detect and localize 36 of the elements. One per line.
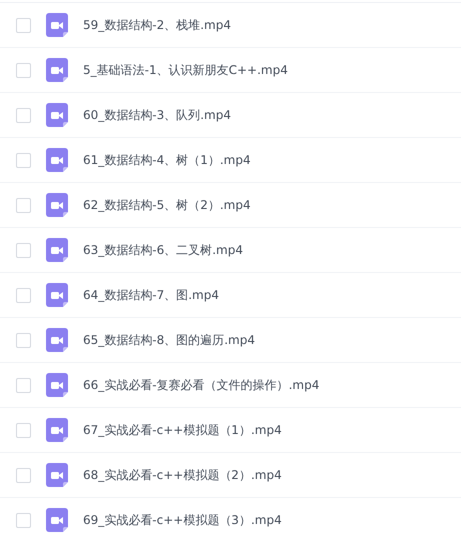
video-file-icon bbox=[46, 13, 68, 37]
checkbox[interactable] bbox=[16, 468, 31, 482]
checkbox[interactable] bbox=[16, 62, 31, 78]
video-file-icon bbox=[46, 508, 68, 532]
file-name[interactable]: 5_基础语法-1、认识新朋友C++.mp4 bbox=[83, 62, 288, 78]
checkbox[interactable] bbox=[16, 378, 31, 392]
file-name[interactable]: 62_数据结构-5、树（2）.mp4 bbox=[83, 196, 251, 214]
checkbox[interactable] bbox=[16, 18, 31, 32]
file-name[interactable]: 66_实战必看-复赛必看（文件的操作）.mp4 bbox=[83, 376, 320, 394]
file-name[interactable]: 60_数据结构-3、队列.mp4 bbox=[83, 106, 231, 124]
video-file-icon bbox=[46, 103, 68, 127]
file-name[interactable]: 61_数据结构-4、树（1）.mp4 bbox=[83, 152, 251, 168]
video-file-icon bbox=[46, 193, 68, 217]
file-name[interactable]: 59_数据结构-2、栈堆.mp4 bbox=[83, 16, 231, 34]
video-file-icon bbox=[46, 238, 68, 262]
checkbox[interactable] bbox=[16, 332, 31, 348]
checkbox[interactable] bbox=[16, 512, 31, 528]
file-name[interactable]: 67_实战必看-c++模拟题（1）.mp4 bbox=[83, 422, 282, 438]
file-name[interactable]: 69_实战必看-c++模拟题（3）.mp4 bbox=[83, 512, 282, 528]
checkbox[interactable] bbox=[16, 288, 31, 302]
file-name[interactable]: 68_实战必看-c++模拟题（2）.mp4 bbox=[83, 466, 282, 484]
video-file-icon bbox=[46, 58, 68, 82]
video-file-icon bbox=[46, 373, 68, 397]
checkbox[interactable] bbox=[16, 152, 31, 168]
video-file-icon bbox=[46, 283, 68, 307]
video-file-icon bbox=[46, 148, 68, 172]
file-name[interactable]: 64_数据结构-7、图.mp4 bbox=[83, 286, 219, 304]
video-file-icon bbox=[46, 328, 68, 352]
file-name[interactable]: 65_数据结构-8、图的遍历.mp4 bbox=[83, 332, 255, 348]
file-name[interactable]: 63_数据结构-6、二叉树.mp4 bbox=[83, 242, 243, 258]
video-file-icon bbox=[46, 463, 68, 487]
checkbox[interactable] bbox=[16, 242, 31, 258]
checkbox[interactable] bbox=[16, 198, 31, 212]
checkbox[interactable] bbox=[16, 422, 31, 438]
checkbox[interactable] bbox=[16, 108, 31, 122]
video-file-icon bbox=[46, 418, 68, 442]
